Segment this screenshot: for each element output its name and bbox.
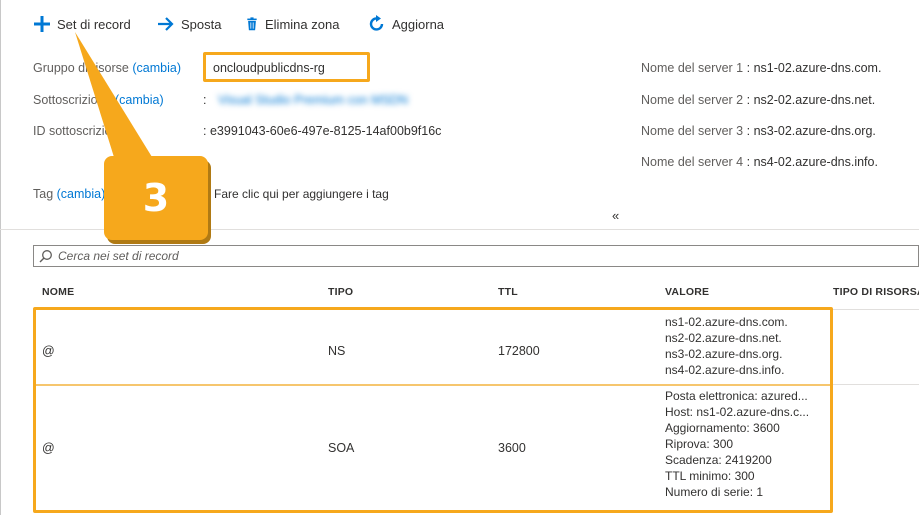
- column-header-name[interactable]: NOME: [42, 286, 74, 298]
- refresh-label: Aggiorna: [392, 16, 445, 32]
- column-header-ttl[interactable]: TTL: [498, 286, 518, 298]
- subscription-id-colon: :: [203, 124, 207, 138]
- resource-group-change-link[interactable]: (cambia): [132, 61, 181, 75]
- search-icon: [39, 250, 52, 263]
- name-server-4-value: ns4-02.azure-dns.info.: [753, 155, 878, 169]
- add-record-set-button[interactable]: Set di record: [33, 14, 131, 34]
- resource-group-row: Gruppo di risorse (cambia): [33, 61, 181, 75]
- subscription-label: Sottoscrizione: [33, 93, 112, 107]
- name-server-4-label: Nome del server 4: [641, 155, 744, 169]
- plus-icon: [34, 16, 50, 32]
- records-highlight-divider: [36, 384, 830, 386]
- add-tags-link[interactable]: Fare clic qui per aggiungere i tag: [214, 187, 389, 201]
- subscription-value-row: : Visual Studio Premium con MSDN: [203, 93, 408, 107]
- name-server-3-label: Nome del server 3: [641, 124, 744, 138]
- name-server-3: Nome del server 3 : ns3-02.azure-dns.org…: [641, 124, 876, 138]
- tag-change-link[interactable]: (cambia): [57, 187, 106, 201]
- move-button[interactable]: Sposta: [157, 14, 221, 34]
- name-server-3-value: ns3-02.azure-dns.org.: [753, 124, 876, 138]
- name-server-1: Nome del server 1 : ns1-02.azure-dns.com…: [641, 61, 881, 75]
- name-server-2-value: ns2-02.azure-dns.net.: [753, 93, 876, 107]
- delete-zone-button[interactable]: Elimina zona: [245, 14, 339, 34]
- command-bar: Set di record Sposta Elimina zona Aggior…: [0, 0, 919, 44]
- subscription-id-value: e3991043-60e6-497e-8125-14af00b9f16c: [209, 124, 442, 138]
- add-record-set-label: Set di record: [57, 16, 131, 32]
- name-server-1-value: ns1-02.azure-dns.com.: [753, 61, 882, 75]
- name-server-2-label: Nome del server 2: [641, 93, 744, 107]
- records-highlight: [33, 307, 833, 513]
- refresh-button[interactable]: Aggiorna: [368, 14, 444, 34]
- step-number-badge: 3: [104, 156, 208, 240]
- resource-group-label: Gruppo di risorse: [33, 61, 129, 75]
- resource-group-highlight: [203, 52, 370, 82]
- search-placeholder: Cerca nei set di record: [58, 249, 179, 263]
- subscription-value[interactable]: Visual Studio Premium con MSDN: [218, 93, 408, 107]
- subscription-change-link[interactable]: (cambia): [115, 93, 164, 107]
- name-server-2-colon: :: [746, 93, 751, 107]
- tag-row: Tag (cambia): [33, 187, 105, 201]
- refresh-icon: [369, 15, 384, 31]
- name-server-4: Nome del server 4 : ns4-02.azure-dns.inf…: [641, 155, 878, 169]
- delete-zone-label: Elimina zona: [265, 16, 340, 32]
- tag-label: Tag: [33, 187, 54, 201]
- column-header-resource-type[interactable]: TIPO DI RISORSA: [833, 286, 919, 298]
- name-server-1-colon: :: [746, 61, 751, 75]
- trash-icon: [247, 17, 257, 31]
- move-label: Sposta: [181, 16, 222, 32]
- name-server-1-label: Nome del server 1: [641, 61, 744, 75]
- name-server-2: Nome del server 2 : ns2-02.azure-dns.net…: [641, 93, 875, 107]
- search-input[interactable]: Cerca nei set di record: [33, 245, 919, 267]
- name-server-4-colon: :: [746, 155, 751, 169]
- column-header-type[interactable]: TIPO: [328, 286, 353, 298]
- name-server-3-colon: :: [746, 124, 751, 138]
- subscription-colon: :: [203, 93, 207, 107]
- subscription-row: Sottoscrizione (cambia): [33, 93, 164, 107]
- subscription-id-row: : e3991043-60e6-497e-8125-14af00b9f16c: [203, 124, 441, 138]
- collapse-essentials-icon[interactable]: «: [612, 208, 619, 223]
- column-header-value[interactable]: VALORE: [665, 286, 709, 298]
- subscription-id-label: ID sottoscrizione: [33, 124, 126, 138]
- arrow-right-icon: [158, 17, 174, 31]
